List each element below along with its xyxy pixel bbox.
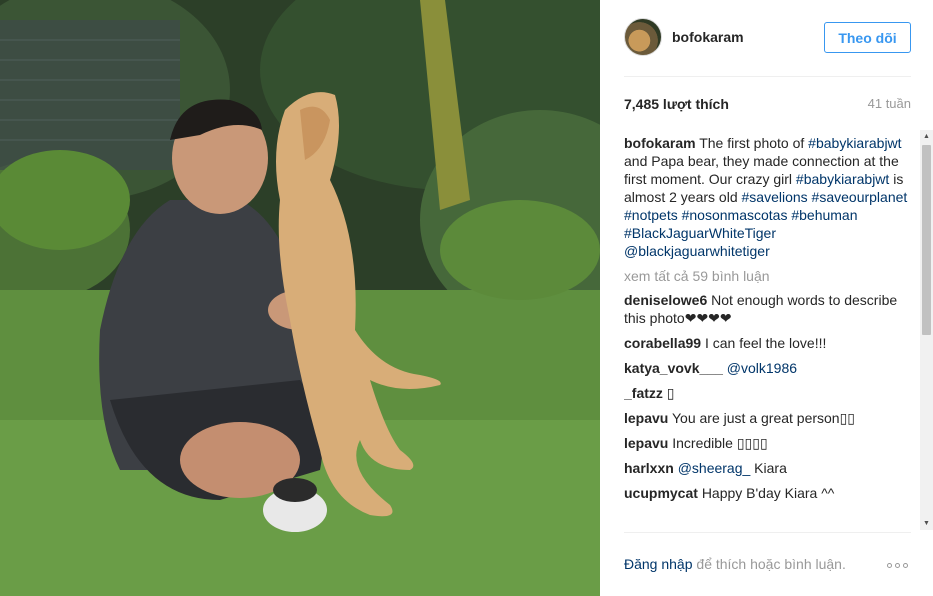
post-side-panel: bofokaram Theo dõi 7,485 lượt thích 41 t… — [600, 0, 933, 596]
more-options-icon[interactable] — [887, 558, 911, 572]
follow-button[interactable]: Theo dõi — [824, 22, 911, 53]
post-age[interactable]: 41 tuần — [868, 96, 911, 111]
comment-text: Incredible ▯▯▯▯ — [672, 435, 768, 451]
hashtag-link[interactable]: #savelions — [742, 189, 808, 205]
scroll-down-arrow-icon[interactable]: ▼ — [920, 517, 933, 530]
scroll-up-arrow-icon[interactable]: ▲ — [920, 130, 933, 143]
comment-username[interactable]: harlxxn — [624, 460, 674, 476]
login-rest-text: để thích hoặc bình luận. — [692, 556, 846, 572]
hashtag-link[interactable]: #babykiarabjwt — [796, 171, 889, 187]
footer-divider — [624, 532, 911, 533]
caption: bofokaram The first photo of #babykiarab… — [624, 134, 922, 260]
comments-list: bofokaram The first photo of #babykiarab… — [624, 134, 922, 528]
hashtag-link[interactable]: #notpets — [624, 207, 678, 223]
comment-username[interactable]: lepavu — [624, 435, 668, 451]
mention-link[interactable]: @volk1986 — [727, 360, 797, 376]
mention-link[interactable]: @blackjaguarwhitetiger — [624, 243, 770, 259]
login-link[interactable]: Đăng nhập — [624, 556, 693, 572]
comment-username[interactable]: ucupmycat — [624, 485, 698, 501]
post-header: bofokaram Theo dõi — [624, 18, 911, 58]
post-footer: Đăng nhập để thích hoặc bình luận. — [624, 552, 911, 576]
hashtag-link[interactable]: #nosonmascotas — [682, 207, 788, 223]
mention-link[interactable]: @sheerag_ — [678, 460, 751, 476]
avatar[interactable] — [624, 18, 662, 56]
comment-item: katya_vovk___ @volk1986 — [624, 359, 922, 377]
comment-text: Happy B'day Kiara ^^ — [701, 485, 835, 501]
comment-item: harlxxn @sheerag_ Kiara — [624, 459, 922, 477]
scroll-thumb[interactable] — [922, 145, 931, 335]
hashtag-link[interactable]: #saveourplanet — [812, 189, 908, 205]
caption-username[interactable]: bofokaram — [624, 135, 696, 151]
view-all-comments-link[interactable]: xem tất cả 59 bình luận — [624, 267, 922, 285]
comment-item: deniselowe6 Not enough words to describe… — [624, 291, 922, 327]
comment-item: lepavu You are just a great person▯▯ — [624, 409, 922, 427]
hashtag-link[interactable]: #behuman — [791, 207, 857, 223]
comment-username[interactable]: lepavu — [624, 410, 668, 426]
hashtag-link[interactable]: #babykiarabjwt — [808, 135, 901, 151]
comment-username[interactable]: _fatzz — [624, 385, 663, 401]
comments-scrollbar[interactable]: ▲ ▼ — [920, 130, 933, 530]
caption-text-1: The first photo of — [695, 135, 809, 151]
comment-item: corabella99 I can feel the love!!! — [624, 334, 922, 352]
comment-item: ucupmycat Happy B'day Kiara ^^ — [624, 484, 922, 502]
comment-username[interactable]: corabella99 — [624, 335, 701, 351]
author-username[interactable]: bofokaram — [672, 29, 744, 45]
comment-username[interactable]: deniselowe6 — [624, 292, 707, 308]
post-stats: 7,485 lượt thích 41 tuần — [624, 96, 911, 116]
hashtag-link[interactable]: #BlackJaguarWhiteTiger — [624, 225, 776, 241]
likes-count[interactable]: 7,485 lượt thích — [624, 96, 729, 112]
comment-text: You are just a great person▯▯ — [672, 410, 856, 426]
comment-item: _fatzz ▯ — [624, 384, 922, 402]
comment-item: lepavu Incredible ▯▯▯▯ — [624, 434, 922, 452]
comment-username[interactable]: katya_vovk___ — [624, 360, 723, 376]
header-divider — [624, 76, 911, 77]
comment-text: I can feel the love!!! — [704, 335, 827, 351]
comment-text: Kiara — [750, 460, 787, 476]
comment-text: ▯ — [666, 385, 675, 401]
lion-cub-photo-illustration — [0, 0, 600, 596]
post-photo[interactable] — [0, 0, 600, 596]
login-prompt: Đăng nhập để thích hoặc bình luận. — [624, 556, 846, 572]
